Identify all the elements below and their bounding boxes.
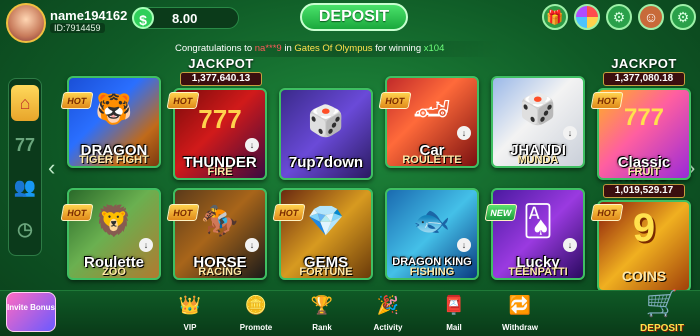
invite-bonus-button[interactable]: Invite Bonus	[6, 292, 56, 332]
hot-badge: HOT	[590, 92, 624, 109]
nav-label: Rank	[312, 323, 332, 332]
jackpot-banner: JACKPOT 1,377,640.13	[178, 57, 264, 87]
top-icons: 🎁 ⚙ ☺ ⚙	[542, 4, 696, 30]
nav-mail[interactable]: 📮 Mail	[424, 290, 484, 336]
gift-icon[interactable]: 🎁	[542, 4, 568, 30]
hot-badge: HOT	[166, 204, 200, 221]
home-icon[interactable]: ⌂	[11, 85, 39, 121]
download-icon[interactable]: ↓	[245, 138, 259, 152]
win-marquee: Congratulations to na***9 in Gates Of Ol…	[175, 41, 500, 57]
nav-activity[interactable]: 🎉 Activity	[358, 290, 418, 336]
game-tile-lucky-teenpatti[interactable]: 🂡 Lucky TEENPATTI ↓	[491, 188, 585, 280]
download-icon[interactable]: ↓	[139, 238, 153, 252]
marquee-game: Gates Of Olympus	[294, 43, 373, 54]
top-bar: name194162 ID:7914459 $ 8.00 DEPOSIT 🎁 ⚙…	[0, 0, 700, 43]
deposit-cart-button[interactable]: 🛒 DEPOSIT	[630, 288, 694, 336]
mailbox-icon: 📮	[442, 295, 466, 315]
deposit-button[interactable]: DEPOSIT	[300, 3, 408, 31]
balance-box[interactable]: $ 8.00	[132, 7, 239, 29]
support-icon[interactable]: ☺	[638, 4, 664, 30]
fish-icon: 🐟	[413, 205, 451, 238]
game-subname: MUNDA	[517, 154, 559, 166]
lucky-wheel-icon[interactable]	[574, 4, 600, 30]
nav-rank[interactable]: 🏆 Rank	[292, 290, 352, 336]
dice-icon: 🎲	[519, 93, 557, 126]
nav-label: Withdraw	[502, 323, 538, 332]
hot-badge: HOT	[378, 92, 412, 109]
category-sidebar: ⌂ 77 👥 ◷	[8, 78, 42, 256]
game-tile-dragon-king-fishing[interactable]: 🐟 DRAGON KING FISHING ↓	[385, 188, 479, 280]
trophy-icon: 🏆	[310, 295, 334, 315]
new-badge: NEW	[484, 204, 518, 221]
scroll-left-icon[interactable]: ‹	[48, 155, 62, 181]
coins-icon: 🪙	[244, 295, 268, 315]
marquee-mid: in	[281, 43, 295, 54]
nav-withdraw[interactable]: 🔁 Withdraw	[490, 290, 550, 336]
deposit-label: DEPOSIT	[640, 323, 684, 334]
marquee-user: na***9	[254, 43, 282, 54]
hot-badge: HOT	[590, 204, 624, 221]
nav-label: VIP	[183, 323, 197, 332]
game-tile-7up7down[interactable]: 🎲 7up7down	[279, 88, 373, 180]
game-subname: COINS	[621, 268, 667, 284]
game-tile-roulette-zoo[interactable]: 🦁 Roulette ZOO ↓	[67, 188, 161, 280]
game-subname: TIGER FIGHT	[79, 154, 149, 166]
user-id: ID:7914459	[50, 23, 105, 33]
game-tile-car-roulette[interactable]: 🏎 Car ROULETTE ↓	[385, 76, 479, 168]
game-subname: ROULETTE	[402, 154, 462, 166]
jackpot-title: JACKPOT	[188, 56, 254, 71]
jackpot-banner: JACKPOT 1,377,080.18	[601, 57, 687, 87]
download-icon[interactable]: ↓	[245, 238, 259, 252]
hot-badge: HOT	[166, 92, 200, 109]
hot-badge: HOT	[272, 204, 306, 221]
activity-icon: 🎉	[376, 295, 400, 315]
game-subname: TEENPATTI	[508, 266, 568, 278]
jackpot-value: 1,377,640.13	[180, 72, 262, 86]
avatar[interactable]	[6, 3, 46, 43]
download-icon[interactable]: ↓	[457, 126, 471, 140]
marquee-suffix: for winning	[372, 43, 424, 54]
game-name: 7up7down	[288, 154, 364, 171]
users-icon[interactable]: 👥	[11, 169, 39, 205]
download-icon[interactable]: ↓	[563, 238, 577, 252]
download-icon[interactable]: ↓	[457, 238, 471, 252]
nav-label: Activity	[373, 323, 403, 332]
dollar-icon: $	[132, 7, 154, 29]
username: name194162	[50, 8, 128, 23]
nav-label: Promote	[239, 323, 273, 332]
jackpot-title: JACKPOT	[611, 56, 677, 71]
game-tile-jhandi-munda[interactable]: 🎲 JHANDI MUNDA ↓	[491, 76, 585, 168]
balance-value: 8.00	[172, 11, 198, 26]
game-subname: FORTUNE	[299, 266, 353, 278]
game-subname: FISHING	[409, 266, 455, 278]
nav-label: Mail	[446, 323, 462, 332]
game-subname: ZOO	[102, 266, 126, 278]
nav-promote[interactable]: 🪙 Promote	[226, 290, 286, 336]
game-subname: FIRE	[207, 166, 233, 178]
marquee-amount: x104	[423, 43, 445, 54]
nav-vip[interactable]: 👑 VIP	[160, 290, 220, 336]
download-icon[interactable]: ↓	[563, 126, 577, 140]
history-icon[interactable]: ◷	[11, 211, 39, 247]
game-tile-horse-racing[interactable]: 🏇 HORSE RACING ↓	[173, 188, 267, 280]
marquee-prefix: Congratulations to	[175, 43, 255, 54]
slots-777-icon[interactable]: 77	[11, 127, 39, 163]
withdraw-icon: 🔁	[508, 295, 532, 315]
gear-icon[interactable]: ⚙	[606, 4, 632, 30]
hot-badge: HOT	[60, 92, 94, 109]
hot-badge: HOT	[60, 204, 94, 221]
jackpot-value: 1,019,529.17	[603, 184, 685, 198]
game-tile-dragon-tiger[interactable]: 🐯 DRAGON TIGER FIGHT	[67, 76, 161, 168]
crown-icon: 👑	[178, 295, 202, 315]
game-tile-gems-fortune[interactable]: 💎 GEMS FORTUNE	[279, 188, 373, 280]
jackpot-value: 1,377,080.18	[603, 72, 685, 86]
settings-icon[interactable]: ⚙	[670, 4, 696, 30]
dice-icon: 🎲	[307, 105, 345, 138]
game-subname: RACING	[198, 266, 242, 278]
game-subname: FRUIT	[627, 166, 661, 178]
cart-icon: 🛒	[645, 288, 679, 318]
